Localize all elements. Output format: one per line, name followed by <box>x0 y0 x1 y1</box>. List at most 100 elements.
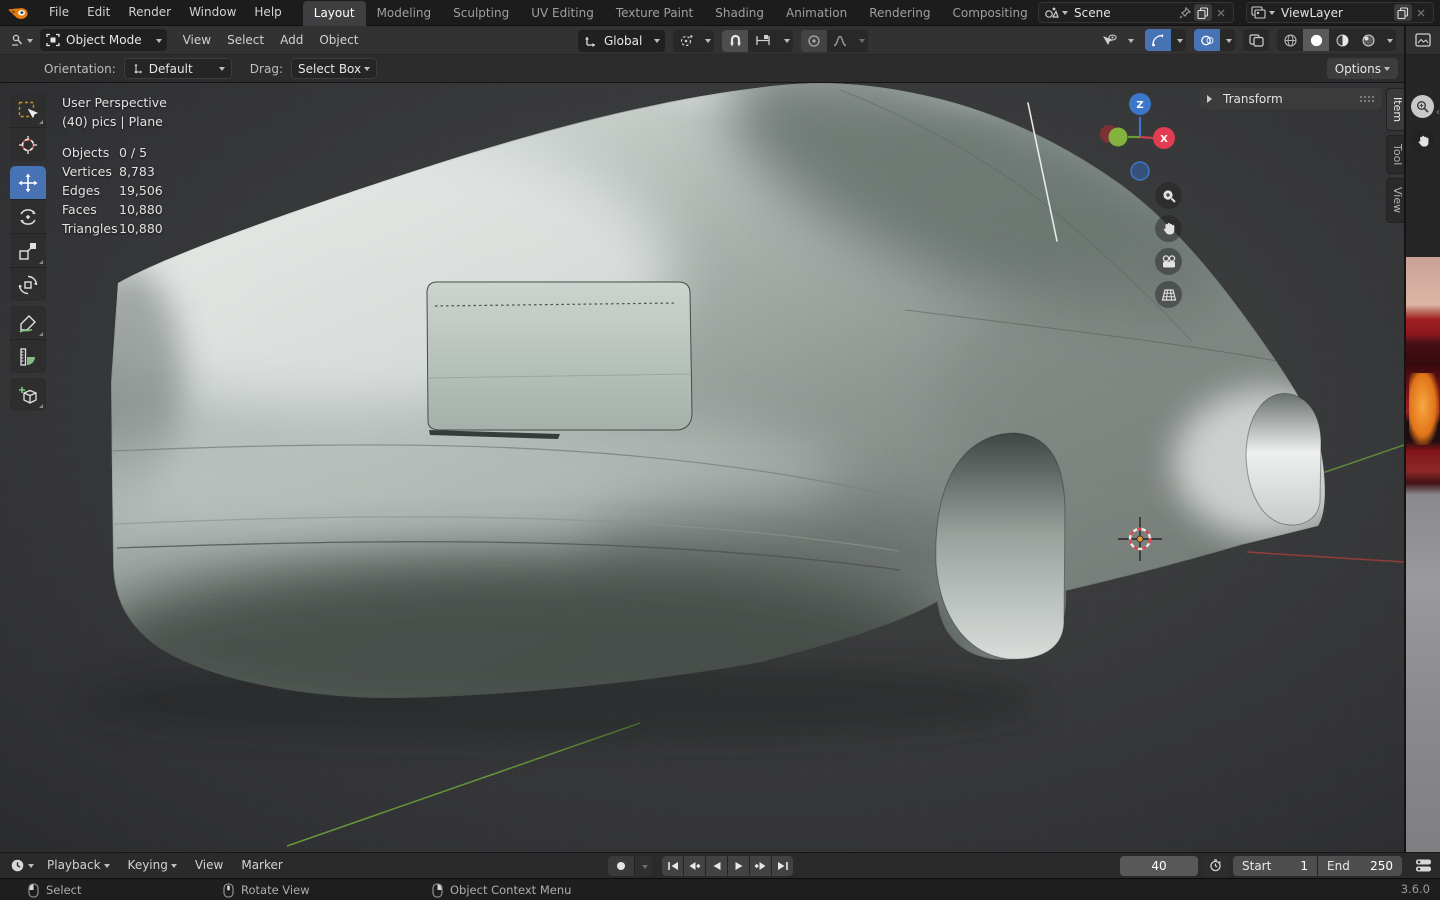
workspace-tab-texture-paint[interactable]: Texture Paint <box>605 1 704 26</box>
workspace-tab-layout[interactable]: Layout <box>302 0 366 26</box>
previous-keyframe-button[interactable] <box>684 856 705 876</box>
snap-target-button[interactable] <box>748 30 778 52</box>
new-scene-button[interactable] <box>1194 4 1212 21</box>
timeline-menu-playback[interactable]: Playback <box>38 853 119 878</box>
xray-toggle[interactable] <box>1243 29 1269 51</box>
sidebar-tab-view[interactable]: View <box>1386 178 1404 223</box>
gizmo-y-axis[interactable] <box>1108 127 1128 147</box>
menu-render[interactable]: Render <box>119 0 180 25</box>
tool-transform[interactable] <box>10 268 46 301</box>
menu-edit[interactable]: Edit <box>78 0 119 25</box>
menu-window[interactable]: Window <box>180 0 245 25</box>
workspace-tab-modeling[interactable]: Modeling <box>366 1 443 26</box>
show-overlays-toggle[interactable] <box>1194 29 1220 51</box>
proportional-falloff-button[interactable] <box>827 30 853 52</box>
transform-orientation-dropdown[interactable]: Global <box>578 29 666 52</box>
transform-panel-header[interactable]: Transform <box>1200 88 1382 109</box>
strip-pan-button[interactable] <box>1411 129 1434 152</box>
image-editor-body[interactable]: ‹ <box>1406 55 1440 852</box>
camera-view-button[interactable] <box>1155 248 1182 275</box>
tool-rotate[interactable] <box>10 200 46 233</box>
panel-expand-icon[interactable] <box>1207 94 1216 103</box>
shading-rendered-button[interactable] <box>1355 29 1381 51</box>
tool-add-cube[interactable] <box>10 378 46 411</box>
keying-set-chevron[interactable] <box>635 856 652 876</box>
orientation-dropdown[interactable]: Default <box>123 58 232 79</box>
sidebar-tab-item[interactable]: Item <box>1386 88 1404 132</box>
glass-panel-object[interactable] <box>426 281 693 439</box>
tool-measure[interactable] <box>10 340 46 373</box>
editor-type-button[interactable] <box>6 29 36 51</box>
proportional-edit-toggle[interactable] <box>801 29 828 52</box>
show-gizmo-toggle[interactable] <box>1145 29 1171 51</box>
scene-icon[interactable] <box>1043 6 1059 20</box>
scene-name[interactable]: Scene <box>1068 6 1176 20</box>
mode-dropdown[interactable]: Object Mode <box>40 29 167 51</box>
current-frame-field[interactable]: 40 <box>1120 855 1198 876</box>
timeline-editor-type-button[interactable] <box>6 855 38 877</box>
tool-move[interactable] <box>10 166 46 199</box>
workspace-tab-compositing[interactable]: Compositing <box>941 1 1038 26</box>
toggle-ortho-button[interactable] <box>1155 281 1182 308</box>
play-reverse-button[interactable] <box>706 856 727 876</box>
pan-view-button[interactable] <box>1155 215 1182 242</box>
use-preview-range-toggle[interactable] <box>1203 855 1228 876</box>
viewport-menu-view[interactable]: View <box>175 26 219 54</box>
viewport-menu-object[interactable]: Object <box>311 26 366 54</box>
jump-to-start-button[interactable] <box>662 856 683 876</box>
tool-cursor[interactable] <box>10 128 46 161</box>
viewlayer-selector[interactable]: ViewLayer <box>1246 2 1434 23</box>
tool-scale[interactable] <box>10 234 46 267</box>
gizmo-negz-axis[interactable] <box>1130 161 1150 181</box>
image-editor-header[interactable] <box>1406 26 1440 55</box>
timeline-menu-keying[interactable]: Keying <box>119 853 186 878</box>
remove-viewlayer-icon[interactable] <box>1412 4 1430 21</box>
viewlayer-icon[interactable] <box>1251 6 1266 19</box>
next-keyframe-button[interactable] <box>750 856 771 876</box>
shading-chevron[interactable] <box>1381 35 1396 46</box>
panel-drag-handle[interactable] <box>1359 95 1375 103</box>
viewport-3d[interactable]: User Perspective (40) pics | Plane Objec… <box>0 83 1404 852</box>
drag-dropdown[interactable]: Select Box <box>290 58 378 79</box>
workspace-tab-sculpting[interactable]: Sculpting <box>442 1 520 26</box>
timeline-menu-marker[interactable]: Marker <box>232 853 291 878</box>
viewlayer-name[interactable]: ViewLayer <box>1275 6 1394 20</box>
navigation-gizmo[interactable]: Z X <box>1095 91 1187 183</box>
end-frame-field[interactable]: End 250 <box>1318 855 1402 876</box>
scene-selector[interactable]: Scene <box>1038 2 1234 23</box>
menu-file[interactable]: File <box>40 0 78 25</box>
workspace-tab-uv-editing[interactable]: UV Editing <box>520 1 605 26</box>
pin-icon[interactable] <box>1176 4 1194 21</box>
new-viewlayer-button[interactable] <box>1394 4 1412 21</box>
tool-select-box[interactable] <box>10 94 46 127</box>
gizmo-chevron[interactable] <box>1171 35 1186 46</box>
overlays-chevron[interactable] <box>1220 35 1235 46</box>
start-frame-field[interactable]: Start 1 <box>1233 855 1317 876</box>
options-dropdown[interactable]: Options <box>1326 58 1398 79</box>
tool-annotate[interactable] <box>10 306 46 339</box>
jump-to-end-button[interactable] <box>772 856 793 876</box>
zoom-view-button[interactable] <box>1155 182 1182 209</box>
shading-solid-button[interactable] <box>1303 29 1329 51</box>
snap-chevron[interactable] <box>778 35 793 46</box>
workspace-tab-animation[interactable]: Animation <box>775 1 858 26</box>
shading-wireframe-button[interactable] <box>1277 29 1303 51</box>
sidebar-tab-tool[interactable]: Tool <box>1386 135 1404 175</box>
blender-logo-icon[interactable] <box>8 5 30 21</box>
shading-material-button[interactable] <box>1329 29 1355 51</box>
timeline-corner-icon[interactable] <box>1415 858 1432 873</box>
region-collapse-arrow-icon[interactable]: ‹ <box>1436 107 1440 118</box>
snap-toggle[interactable] <box>722 29 749 52</box>
viewport-menu-select[interactable]: Select <box>219 26 272 54</box>
workspace-tab-shading[interactable]: Shading <box>704 1 775 26</box>
menu-help[interactable]: Help <box>245 0 290 25</box>
play-button[interactable] <box>728 856 749 876</box>
timeline-menu-view[interactable]: View <box>186 853 232 878</box>
auto-keying-button[interactable] <box>608 856 634 876</box>
pivot-point-dropdown[interactable] <box>673 29 715 52</box>
strip-zoom-button[interactable] <box>1411 95 1434 118</box>
workspace-tab-rendering[interactable]: Rendering <box>858 1 941 26</box>
viewport-menu-add[interactable]: Add <box>272 26 311 54</box>
visibility-dropdown[interactable] <box>1096 29 1137 51</box>
unlink-scene-icon[interactable] <box>1212 4 1230 21</box>
